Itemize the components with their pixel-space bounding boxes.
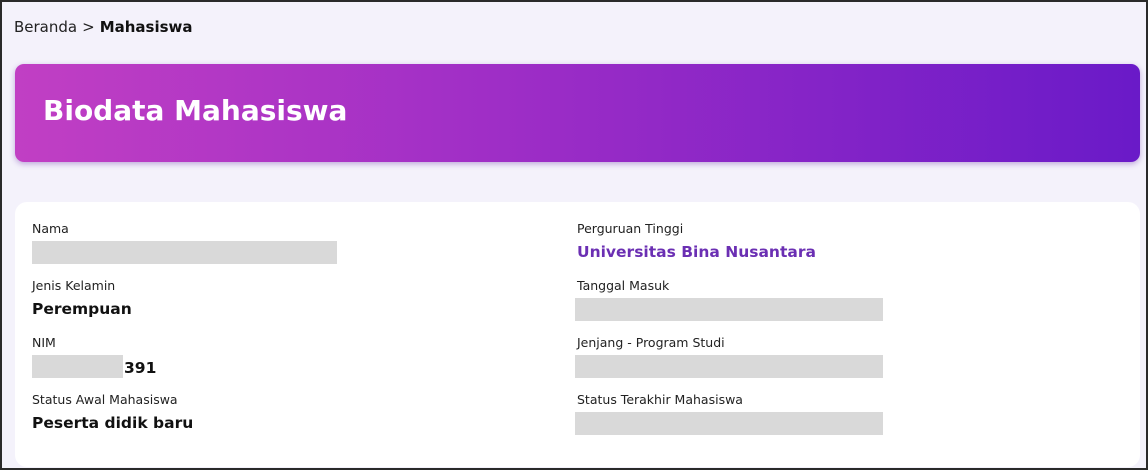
breadcrumb-current: Mahasiswa — [99, 18, 193, 36]
field-label-perguruan-tinggi: Perguruan Tinggi — [577, 221, 684, 236]
breadcrumb: Beranda > Mahasiswa — [14, 18, 193, 36]
field-status-terakhir: Status Terakhir Mahasiswa — [575, 392, 883, 439]
biodata-card: Nama Jenis Kelamin Perempuan NIM 391 Sta… — [15, 202, 1140, 467]
nim-value-row: 391 — [32, 355, 156, 378]
field-value-status-awal: Peserta didik baru — [32, 414, 194, 432]
field-label-status-terakhir: Status Terakhir Mahasiswa — [577, 392, 743, 407]
page-frame: Beranda > Mahasiswa Biodata Mahasiswa Na… — [0, 0, 1148, 470]
field-perguruan-tinggi: Perguruan Tinggi Universitas Bina Nusant… — [577, 221, 816, 262]
redacted-nim-prefix — [32, 355, 123, 378]
page-title: Biodata Mahasiswa — [43, 94, 348, 127]
field-label-jenis-kelamin: Jenis Kelamin — [32, 278, 116, 293]
field-jenjang-prodi: Jenjang - Program Studi — [575, 335, 883, 382]
field-value-jenis-kelamin: Perempuan — [32, 300, 132, 318]
field-label-jenjang-prodi: Jenjang - Program Studi — [577, 335, 725, 350]
field-nama: Nama — [32, 221, 337, 268]
field-nim: NIM 391 — [32, 335, 156, 378]
page-header-banner: Biodata Mahasiswa — [15, 64, 1140, 162]
field-label-status-awal: Status Awal Mahasiswa — [32, 392, 178, 407]
redacted-jenjang-prodi-value — [575, 355, 883, 378]
field-value-perguruan-tinggi: Universitas Bina Nusantara — [577, 243, 816, 261]
redacted-status-terakhir-value — [575, 412, 883, 435]
breadcrumb-separator: > — [82, 18, 95, 36]
field-tanggal-masuk: Tanggal Masuk — [575, 278, 883, 325]
field-status-awal: Status Awal Mahasiswa Peserta didik baru — [32, 392, 193, 433]
field-value-nim-suffix: 391 — [124, 359, 157, 377]
field-jenis-kelamin: Jenis Kelamin Perempuan — [32, 278, 132, 319]
redacted-tanggal-masuk-value — [575, 298, 883, 321]
field-label-nama: Nama — [32, 221, 69, 236]
breadcrumb-home-link[interactable]: Beranda — [14, 18, 77, 36]
redacted-nama-value — [32, 241, 337, 264]
field-label-tanggal-masuk: Tanggal Masuk — [577, 278, 670, 293]
field-label-nim: NIM — [32, 335, 56, 350]
